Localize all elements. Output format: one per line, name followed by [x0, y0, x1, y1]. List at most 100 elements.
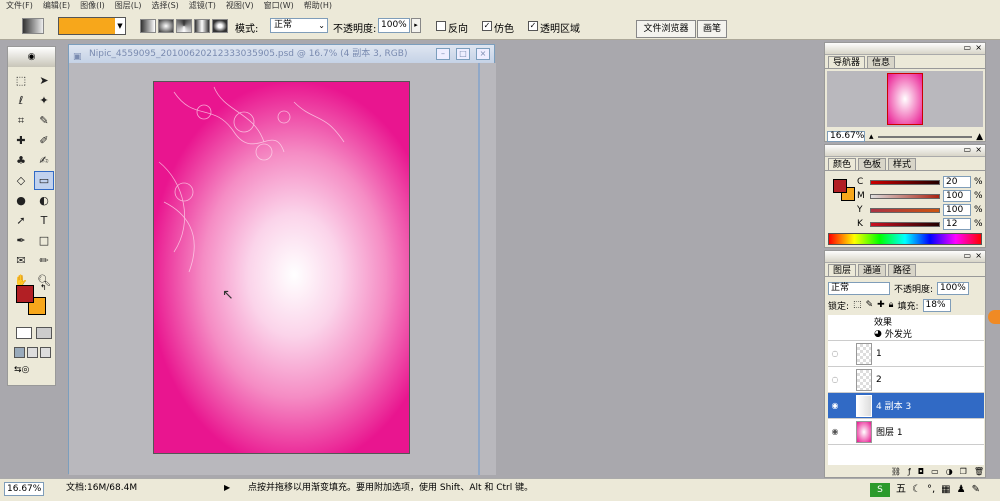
lock-transparency-icon[interactable]: ⬚	[853, 300, 862, 310]
dither-checkbox[interactable]: ✓	[482, 21, 492, 31]
channel-y-input[interactable]: 100	[943, 204, 971, 216]
move-tool-icon[interactable]: ➤	[34, 71, 54, 90]
new-layer-icon[interactable]: ❐	[960, 467, 967, 477]
healing-brush-tool-icon[interactable]: ✚	[11, 131, 31, 150]
side-badge[interactable]	[988, 310, 1000, 324]
layer-row[interactable]: ◌ 1	[828, 341, 984, 367]
history-brush-tool-icon[interactable]: ✍	[34, 151, 54, 170]
tab-color[interactable]: 颜色	[828, 158, 857, 170]
ime-punct-icon[interactable]: °,	[927, 481, 935, 499]
layer-mask-icon[interactable]: ◘	[918, 467, 924, 477]
crop-tool-icon[interactable]: ⌗	[11, 111, 31, 130]
panel-close-icon[interactable]: ×	[975, 145, 982, 154]
tab-layers[interactable]: 图层	[828, 264, 857, 276]
foreground-color-swatch[interactable]	[16, 285, 34, 303]
ime-keyboard-icon[interactable]: ▦	[941, 481, 950, 499]
blur-tool-icon[interactable]: ●	[11, 191, 31, 210]
layer-opacity-input[interactable]: 100%	[937, 281, 970, 295]
tab-info[interactable]: 信息	[867, 56, 896, 68]
menu-item-select[interactable]: 选择(S)	[151, 0, 178, 12]
opacity-arrow-icon[interactable]: ▸	[411, 18, 421, 33]
navigator-preview[interactable]	[827, 71, 983, 127]
menu-item-help[interactable]: 帮助(H)	[304, 0, 332, 12]
brush-tool-icon[interactable]: ✐	[34, 131, 54, 150]
blend-mode-select[interactable]: 正常	[828, 281, 890, 295]
lock-all-icon[interactable]: 🔒︎	[889, 300, 894, 310]
panel-close-icon[interactable]: ×	[975, 251, 982, 260]
path-selection-tool-icon[interactable]: ➚	[11, 211, 31, 230]
menu-item-view[interactable]: 视图(V)	[226, 0, 254, 12]
panel-minimize-icon[interactable]: ▭	[963, 145, 971, 154]
panel-minimize-icon[interactable]: ▭	[963, 43, 971, 52]
jump-to-imageready-icon[interactable]: ⇆◎	[14, 365, 52, 379]
color-spectrum-bar[interactable]	[828, 233, 982, 245]
navigator-zoom-input[interactable]: 16.67%	[827, 131, 865, 142]
dodge-tool-icon[interactable]: ◐	[34, 191, 54, 210]
artwork-canvas[interactable]	[153, 81, 410, 454]
tab-styles[interactable]: 样式	[888, 158, 917, 170]
mode-select[interactable]: 正常 ⌄	[270, 18, 328, 33]
layer-style-icon[interactable]: ƒ	[908, 467, 911, 477]
gradient-picker[interactable]: ▼	[58, 17, 126, 35]
type-tool-icon[interactable]: T	[34, 211, 54, 230]
ime-moon-icon[interactable]: ☾	[912, 481, 921, 499]
clone-stamp-tool-icon[interactable]: ♣	[11, 151, 31, 170]
reverse-checkbox[interactable]	[436, 21, 446, 31]
tab-swatches[interactable]: 色板	[858, 158, 887, 170]
new-group-icon[interactable]: ▭	[931, 467, 939, 477]
screen-mode-standard-icon[interactable]	[14, 347, 25, 358]
reflected-gradient-icon[interactable]	[194, 19, 210, 33]
channel-y-slider[interactable]	[870, 207, 940, 213]
effects-row[interactable]: 效果	[828, 315, 984, 328]
angle-gradient-icon[interactable]	[176, 19, 192, 33]
marquee-tool-icon[interactable]: ⬚	[11, 71, 31, 90]
transparency-checkbox[interactable]: ✓	[528, 21, 538, 31]
zoom-in-icon[interactable]: ▲	[976, 132, 983, 142]
status-zoom-input[interactable]: 16.67%	[4, 482, 44, 496]
standard-mode-icon[interactable]	[16, 327, 32, 339]
brushes-tab[interactable]: 画笔	[697, 20, 727, 38]
panel-close-icon[interactable]: ×	[975, 43, 982, 52]
eyedropper-tool-icon[interactable]: ✏	[34, 251, 54, 270]
panel-minimize-icon[interactable]: ▭	[963, 251, 971, 260]
layer-row-selected[interactable]: ◉ 4 副本 3	[828, 393, 984, 419]
eraser-tool-icon[interactable]: ◇	[11, 171, 31, 190]
channel-k-slider[interactable]	[870, 221, 940, 227]
channel-m-slider[interactable]	[870, 193, 940, 199]
navigator-zoom-slider[interactable]	[877, 135, 973, 138]
eye-icon[interactable]: ◉	[828, 401, 842, 410]
channel-k-input[interactable]: 12	[943, 218, 971, 230]
ime-mode-label[interactable]: 五	[896, 481, 906, 499]
linear-gradient-icon[interactable]	[140, 19, 156, 33]
channel-c-input[interactable]: 20	[943, 176, 971, 188]
navigator-view-box[interactable]	[887, 73, 923, 125]
outer-glow-row[interactable]: ◕ 外发光	[828, 327, 984, 341]
menu-item-filter[interactable]: 滤镜(T)	[189, 0, 216, 12]
color-fg-swatch[interactable]	[833, 179, 847, 193]
pen-tool-icon[interactable]: ✒	[11, 231, 31, 250]
ime-logo-icon[interactable]: S	[870, 483, 890, 497]
layer-row[interactable]: ◉ 图层 1	[828, 419, 984, 445]
screen-mode-full-icon[interactable]	[40, 347, 51, 358]
file-browser-tab[interactable]: 文件浏览器	[636, 20, 696, 38]
ime-user-icon[interactable]: ♟	[957, 481, 966, 499]
lasso-tool-icon[interactable]: ℓ	[11, 91, 31, 110]
menu-item-layer[interactable]: 图层(L)	[115, 0, 142, 12]
fill-input[interactable]: 18%	[922, 298, 951, 312]
delete-layer-icon[interactable]: 🗑︎	[974, 467, 984, 477]
menu-item-file[interactable]: 文件(F)	[6, 0, 33, 12]
notes-tool-icon[interactable]: ✉	[11, 251, 31, 270]
lock-position-icon[interactable]: ✚	[877, 300, 885, 310]
status-menu-arrow-icon[interactable]: ▶	[224, 479, 230, 497]
canvas-area[interactable]: ↖	[69, 63, 496, 475]
tool-preset-icon[interactable]	[22, 18, 44, 34]
menu-item-edit[interactable]: 编辑(E)	[43, 0, 70, 12]
close-icon[interactable]: ×	[476, 48, 490, 60]
screen-mode-full-menu-icon[interactable]	[27, 347, 38, 358]
menu-item-window[interactable]: 窗口(W)	[264, 0, 294, 12]
opacity-input[interactable]: 100%	[378, 18, 410, 33]
channel-c-slider[interactable]	[870, 179, 940, 185]
shape-tool-icon[interactable]: □	[34, 231, 54, 250]
link-layers-icon[interactable]: ⛓	[891, 467, 901, 477]
slice-tool-icon[interactable]: ✎	[34, 111, 54, 130]
